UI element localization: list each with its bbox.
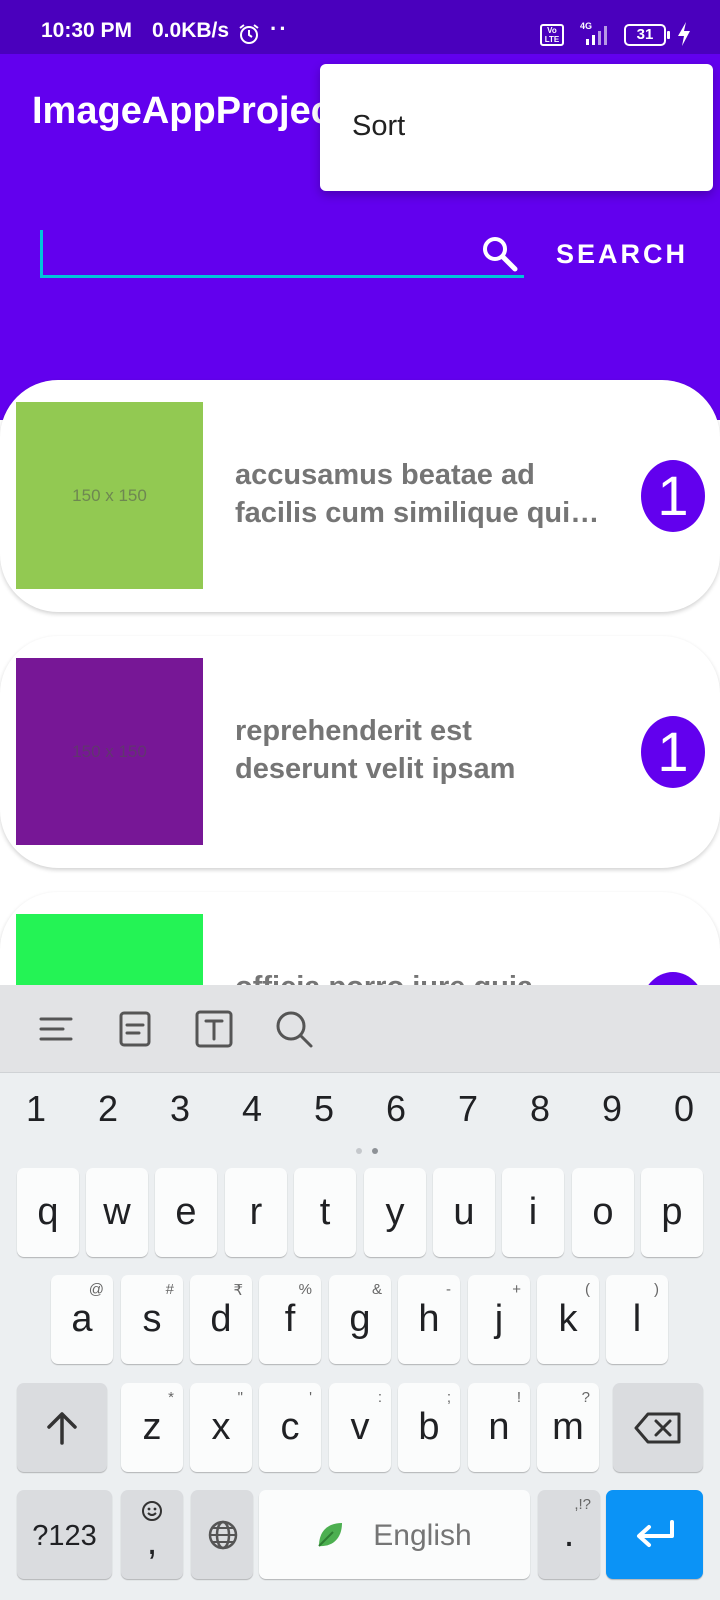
key-1[interactable]: 1 xyxy=(6,1077,66,1141)
item-title-line: accusamus beatae ad xyxy=(235,459,535,491)
soft-keyboard: 1 2 3 4 5 6 7 8 9 0 q w e r t y u i o p … xyxy=(0,985,720,1600)
list-item[interactable]: 150 x 150 reprehenderit est deserunt vel… xyxy=(0,636,720,868)
period-key[interactable]: ,!?. xyxy=(538,1490,600,1579)
emoji-icon xyxy=(142,1501,162,1521)
keyboard-toolbar xyxy=(0,985,720,1073)
enter-arrow-icon xyxy=(637,1520,674,1547)
item-title: reprehenderit est deserunt velit ipsam xyxy=(235,712,615,788)
key-r[interactable]: r xyxy=(225,1168,287,1257)
key-x[interactable]: " x xyxy=(190,1383,252,1472)
key-6[interactable]: 6 xyxy=(366,1077,426,1141)
key-h[interactable]: -h xyxy=(398,1275,460,1364)
key-n[interactable]: ! n xyxy=(468,1383,530,1472)
status-bar: 10:30 PM 0.0KB/s ·· Vo LTE 4G 31 xyxy=(0,0,720,54)
list-item[interactable]: 150 x 150 accusamus beatae ad facilis cu… xyxy=(0,380,720,612)
key-2[interactable]: 2 xyxy=(78,1077,138,1141)
search-icon[interactable] xyxy=(274,1009,314,1049)
document-icon[interactable] xyxy=(115,1009,155,1049)
key-u[interactable]: u xyxy=(433,1168,495,1257)
album-badge: 1 xyxy=(641,460,705,532)
item-title-line: deserunt velit ipsam xyxy=(235,753,516,785)
key-t[interactable]: t xyxy=(294,1168,356,1257)
thumbnail-image: 150 x 150 xyxy=(16,402,203,589)
alarm-icon xyxy=(239,24,259,44)
key-4[interactable]: 4 xyxy=(222,1077,282,1141)
key-a[interactable]: @ a xyxy=(51,1275,113,1364)
space-key[interactable]: English xyxy=(259,1490,530,1579)
key-s[interactable]: # s xyxy=(121,1275,183,1364)
key-j[interactable]: + j xyxy=(468,1275,530,1364)
key-i[interactable]: i xyxy=(502,1168,564,1257)
search-icon[interactable] xyxy=(480,234,518,272)
key-o[interactable]: o xyxy=(572,1168,634,1257)
volte-icon: Vo LTE xyxy=(540,24,564,46)
menu-item-sort[interactable]: Sort xyxy=(352,110,405,143)
emoji-key[interactable]: , xyxy=(121,1490,183,1579)
backspace-icon xyxy=(634,1412,681,1444)
backspace-key[interactable] xyxy=(613,1383,703,1472)
thumbnail-image: 150 x 150 xyxy=(16,658,203,845)
language-key[interactable] xyxy=(191,1490,253,1579)
text-icon[interactable] xyxy=(194,1009,234,1049)
charging-icon xyxy=(678,22,690,46)
key-7[interactable]: 7 xyxy=(438,1077,498,1141)
key-k[interactable]: (k xyxy=(537,1275,599,1364)
key-l[interactable]: ) l xyxy=(606,1275,668,1364)
status-network-speed: 0.0KB/s xyxy=(152,19,230,42)
key-w[interactable]: w xyxy=(86,1168,148,1257)
page-indicator-dots xyxy=(356,1148,378,1154)
key-p[interactable]: p xyxy=(641,1168,703,1257)
key-b[interactable]: ; b xyxy=(398,1383,460,1472)
key-e[interactable]: e xyxy=(155,1168,217,1257)
key-z[interactable]: * z xyxy=(121,1383,183,1472)
key-5[interactable]: 5 xyxy=(294,1077,354,1141)
signal-icon: 4G xyxy=(580,21,607,45)
key-d[interactable]: ₹ d xyxy=(190,1275,252,1364)
key-8[interactable]: 8 xyxy=(510,1077,570,1141)
status-more-dots: ·· xyxy=(270,16,289,41)
search-button[interactable]: SEARCH xyxy=(536,226,708,282)
menu-lines-icon[interactable] xyxy=(36,1009,76,1049)
item-title: accusamus beatae ad facilis cum similiqu… xyxy=(235,456,615,532)
globe-icon xyxy=(208,1520,238,1550)
key-g[interactable]: & g xyxy=(329,1275,391,1364)
battery-icon: 31 xyxy=(624,24,670,46)
key-y[interactable]: y xyxy=(364,1168,426,1257)
shift-arrow-icon xyxy=(47,1412,77,1445)
text-cursor xyxy=(40,230,43,276)
item-title-line: facilis cum similique qui… xyxy=(235,497,600,529)
key-c[interactable]: ' c xyxy=(259,1383,321,1472)
status-time: 10:30 PM xyxy=(41,19,133,42)
key-m[interactable]: ? m xyxy=(537,1383,599,1472)
item-title-line: reprehenderit est xyxy=(235,715,472,747)
key-f[interactable]: % f xyxy=(259,1275,321,1364)
key-q[interactable]: q xyxy=(17,1168,79,1257)
key-9[interactable]: 9 xyxy=(582,1077,642,1141)
enter-key[interactable] xyxy=(606,1490,703,1579)
overflow-menu: Sort xyxy=(320,64,713,191)
app-title: ImageAppProject xyxy=(32,90,345,132)
symbols-mode-key[interactable]: ?123 xyxy=(17,1490,112,1579)
search-input[interactable] xyxy=(40,228,524,278)
key-0[interactable]: 0 xyxy=(654,1077,714,1141)
key-v[interactable]: :v xyxy=(329,1383,391,1472)
number-row: 1 2 3 4 5 6 7 8 9 0 xyxy=(0,1077,720,1141)
shift-key[interactable] xyxy=(17,1383,107,1472)
album-badge: 1 xyxy=(641,716,705,788)
network-type-label: 4G xyxy=(580,21,592,31)
key-3[interactable]: 3 xyxy=(150,1077,210,1141)
